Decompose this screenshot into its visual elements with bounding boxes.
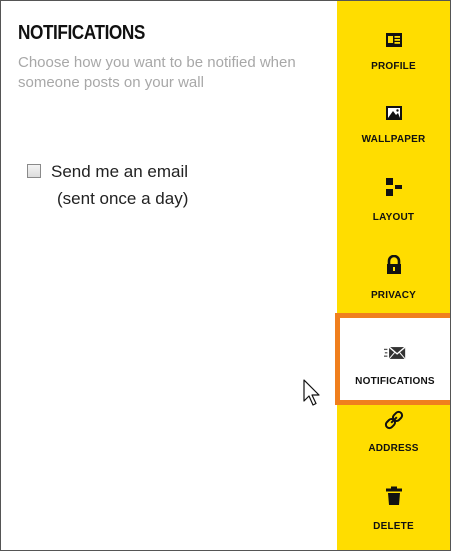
- image-icon: [383, 102, 405, 124]
- sidebar-item-label: ADDRESS: [368, 443, 419, 454]
- profile-card-icon: [383, 29, 405, 51]
- layout-icon: [383, 176, 405, 198]
- email-option[interactable]: Send me an email: [27, 159, 188, 185]
- lock-icon: [383, 254, 405, 276]
- sidebar-item-wallpaper[interactable]: WALLPAPER: [337, 102, 450, 145]
- sidebar-item-layout[interactable]: LAYOUT: [337, 176, 450, 223]
- email-option-sublabel: (sent once a day): [57, 189, 189, 208]
- sidebar-item-privacy[interactable]: PRIVACY: [337, 254, 450, 301]
- sidebar-item-label: PROFILE: [371, 61, 416, 72]
- sidebar-item-label: PRIVACY: [370, 290, 417, 301]
- settings-sidebar: PROFILE WALLPAPER LAYOUT PRIVACY NOTIFIC…: [335, 1, 450, 550]
- email-option-label: Send me an email: [51, 162, 189, 181]
- mouse-pointer-icon: [303, 379, 321, 412]
- sidebar-item-profile[interactable]: PROFILE: [337, 29, 450, 72]
- trash-icon: [383, 485, 405, 507]
- link-icon: [383, 409, 405, 431]
- sidebar-item-delete[interactable]: DELETE: [337, 485, 450, 532]
- sidebar-item-label: WALLPAPER: [361, 134, 426, 145]
- email-checkbox[interactable]: [27, 164, 41, 178]
- notifications-content: NOTIFICATIONS Choose how you want to be …: [9, 1, 329, 550]
- sidebar-item-notifications[interactable]: NOTIFICATIONS: [335, 313, 450, 405]
- section-description: Choose how you want to be notified when …: [18, 54, 296, 91]
- settings-panel: NOTIFICATIONS Choose how you want to be …: [0, 0, 451, 551]
- envelope-icon: [384, 342, 406, 364]
- sidebar-item-label: DELETE: [373, 521, 414, 532]
- sidebar-item-address[interactable]: ADDRESS: [337, 409, 450, 454]
- sidebar-item-label: LAYOUT: [372, 212, 415, 223]
- sidebar-item-label: NOTIFICATIONS: [355, 376, 435, 387]
- page-title: NOTIFICATIONS: [18, 22, 145, 44]
